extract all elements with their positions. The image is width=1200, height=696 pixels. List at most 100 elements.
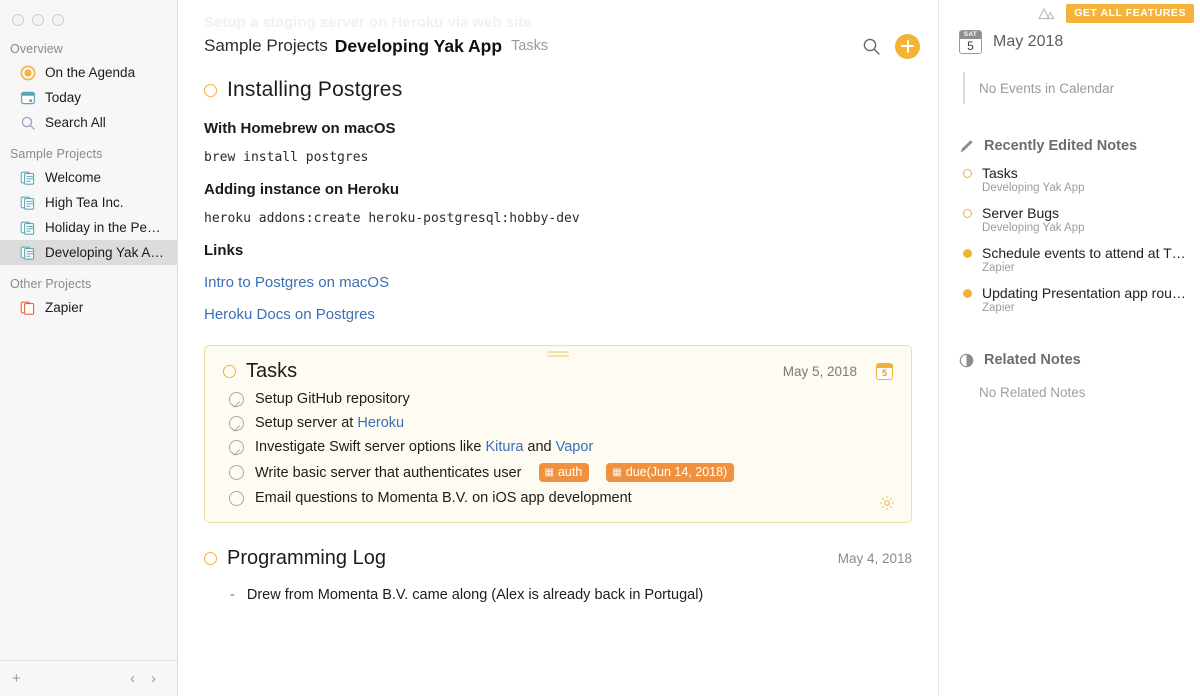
pencil-icon <box>959 139 974 154</box>
note-status-dot-icon[interactable] <box>223 365 236 378</box>
sidebar-item-today[interactable]: Today <box>0 85 177 110</box>
search-icon[interactable] <box>862 37 881 56</box>
tasks-card-title: Tasks <box>246 360 297 383</box>
related-circle-icon <box>959 353 974 368</box>
zoom-button[interactable] <box>52 14 64 26</box>
sidebar-item-welcome[interactable]: Welcome <box>0 165 177 190</box>
right-panel: GET ALL FEATURES SAT 5 May 2018 No Event… <box>938 0 1200 696</box>
task-checkbox[interactable] <box>229 491 244 506</box>
breadcrumb-bar: Sample Projects Developing Yak App Tasks <box>178 30 938 62</box>
breadcrumb-parent[interactable]: Sample Projects <box>204 36 328 56</box>
task-checkbox[interactable] <box>229 416 244 431</box>
close-button[interactable] <box>12 14 24 26</box>
task-label: Setup server at Heroku <box>255 415 404 431</box>
task-label: Investigate Swift server options like Ki… <box>255 439 593 455</box>
main-content: Setup a staging server on Heroku via web… <box>178 0 938 696</box>
app-window: Overview On the Agenda Today Search All <box>0 0 1200 696</box>
recent-note-title: Schedule events to attend at T… <box>982 245 1186 261</box>
nav-forward-button[interactable]: › <box>151 671 156 686</box>
log-header: Programming Log May 4, 2018 <box>204 547 912 570</box>
tasks-card-header: Tasks May 5, 2018 5 <box>223 360 893 383</box>
gear-icon[interactable] <box>878 494 896 512</box>
calendar-icon <box>20 90 36 106</box>
breadcrumb-note[interactable]: Tasks <box>511 38 548 54</box>
sidebar-footer: + ‹ › <box>0 660 178 696</box>
calendar-badge-icon[interactable]: 5 <box>876 363 893 380</box>
note-status-dot-icon[interactable] <box>204 552 217 565</box>
log-bullet-line: - Drew from Momenta B.V. came along (Ale… <box>204 570 912 603</box>
task-row[interactable]: Setup GitHub repository <box>223 383 893 407</box>
log-date: May 4, 2018 <box>838 551 912 566</box>
sidebar-item-label: On the Agenda <box>45 65 135 80</box>
nav-back-button[interactable]: ‹ <box>130 671 135 686</box>
add-note-button[interactable] <box>895 34 920 59</box>
recently-edited-header: Recently Edited Notes <box>939 138 1200 154</box>
related-notes-title: Related Notes <box>984 352 1081 368</box>
breadcrumb-current[interactable]: Developing Yak App <box>335 36 502 57</box>
list-item[interactable]: Updating Presentation app rou… Zapier <box>939 274 1200 314</box>
recent-note-project: Developing Yak App <box>963 221 1186 234</box>
agenda-dot-icon <box>20 65 36 81</box>
tag-label: auth <box>558 465 582 479</box>
sidebar-section-other-projects: Other Projects <box>0 265 177 295</box>
link-heroku-docs-on-postgres[interactable]: Heroku Docs on Postgres <box>178 291 938 323</box>
block-heading: Adding instance on Heroku <box>178 165 938 198</box>
task-link-vapor[interactable]: Vapor <box>556 439 594 455</box>
sidebar-item-zapier[interactable]: Zapier <box>0 295 177 320</box>
bullet-dash: - <box>230 587 235 603</box>
minimize-button[interactable] <box>32 14 44 26</box>
notes-stack-orange-icon <box>20 300 36 316</box>
sidebar-item-search-all[interactable]: Search All <box>0 110 177 135</box>
list-item[interactable]: Schedule events to attend at T… Zapier <box>939 234 1200 274</box>
task-checkbox[interactable] <box>229 465 244 480</box>
task-row[interactable]: Email questions to Momenta B.V. on iOS a… <box>223 482 893 506</box>
task-label: Setup GitHub repository <box>255 391 410 407</box>
sidebar-item-developing-yak-app[interactable]: Developing Yak A… <box>0 240 177 265</box>
search-icon <box>20 115 36 131</box>
task-link-kitura[interactable]: Kitura <box>486 439 524 455</box>
block-heading: With Homebrew on macOS <box>178 104 938 137</box>
calendar-weekday: SAT <box>960 31 981 39</box>
task-checkbox[interactable] <box>229 440 244 455</box>
task-label: Write basic server that authenticates us… <box>255 465 522 481</box>
sidebar-item-holiday-in-the-pe[interactable]: Holiday in the Pe… <box>0 215 177 240</box>
link-intro-to-postgres-on-macos[interactable]: Intro to Postgres on macOS <box>178 259 938 291</box>
card-drag-handle[interactable] <box>547 351 569 357</box>
no-events-message: No Events in Calendar <box>963 72 1200 104</box>
log-title: Programming Log <box>227 547 386 570</box>
note-header-installing-postgres: Installing Postgres <box>178 62 938 104</box>
recent-note-title: Server Bugs <box>982 205 1059 221</box>
note-title: Installing Postgres <box>227 78 402 102</box>
sidebar-item-on-the-agenda[interactable]: On the Agenda <box>0 60 177 85</box>
list-item[interactable]: Server Bugs Developing Yak App <box>939 194 1200 234</box>
note-status-dot-icon <box>963 249 972 258</box>
sidebar-item-label: High Tea Inc. <box>45 195 124 210</box>
calendar-header: SAT 5 May 2018 <box>939 22 1200 54</box>
recent-note-project: Developing Yak App <box>963 181 1186 194</box>
sidebar-item-label: Zapier <box>45 300 83 315</box>
tag-icon: ▦ <box>545 467 554 478</box>
note-status-dot-icon[interactable] <box>204 84 217 97</box>
note-status-dot-icon <box>963 169 972 178</box>
get-all-features-button[interactable]: GET ALL FEATURES <box>1066 4 1194 23</box>
task-link-heroku[interactable]: Heroku <box>357 415 404 431</box>
task-checkbox[interactable] <box>229 392 244 407</box>
promo-bar: GET ALL FEATURES <box>939 0 1200 22</box>
task-tag-due[interactable]: ▦ due(Jun 14, 2018) <box>606 463 734 482</box>
task-row[interactable]: Setup server at Heroku <box>223 407 893 431</box>
sidebar-item-high-tea-inc[interactable]: High Tea Inc. <box>0 190 177 215</box>
task-row[interactable]: Write basic server that authenticates us… <box>223 455 893 482</box>
block-heading: Links <box>178 226 938 259</box>
sidebar-section-sample-projects: Sample Projects <box>0 135 177 165</box>
add-project-button[interactable]: + <box>12 671 21 686</box>
task-tag-auth[interactable]: ▦ auth <box>539 463 590 482</box>
task-row[interactable]: Investigate Swift server options like Ki… <box>223 431 893 455</box>
list-item[interactable]: Tasks Developing Yak App <box>939 154 1200 194</box>
notes-stack-icon <box>20 195 36 211</box>
recently-edited-title: Recently Edited Notes <box>984 138 1137 154</box>
task-text: Investigate Swift server options like <box>255 439 486 455</box>
tasks-note-card[interactable]: Tasks May 5, 2018 5 Setup GitHub reposit… <box>204 345 912 523</box>
notes-stack-icon <box>20 220 36 236</box>
window-traffic-lights <box>0 0 177 30</box>
task-label: Email questions to Momenta B.V. on iOS a… <box>255 490 632 506</box>
